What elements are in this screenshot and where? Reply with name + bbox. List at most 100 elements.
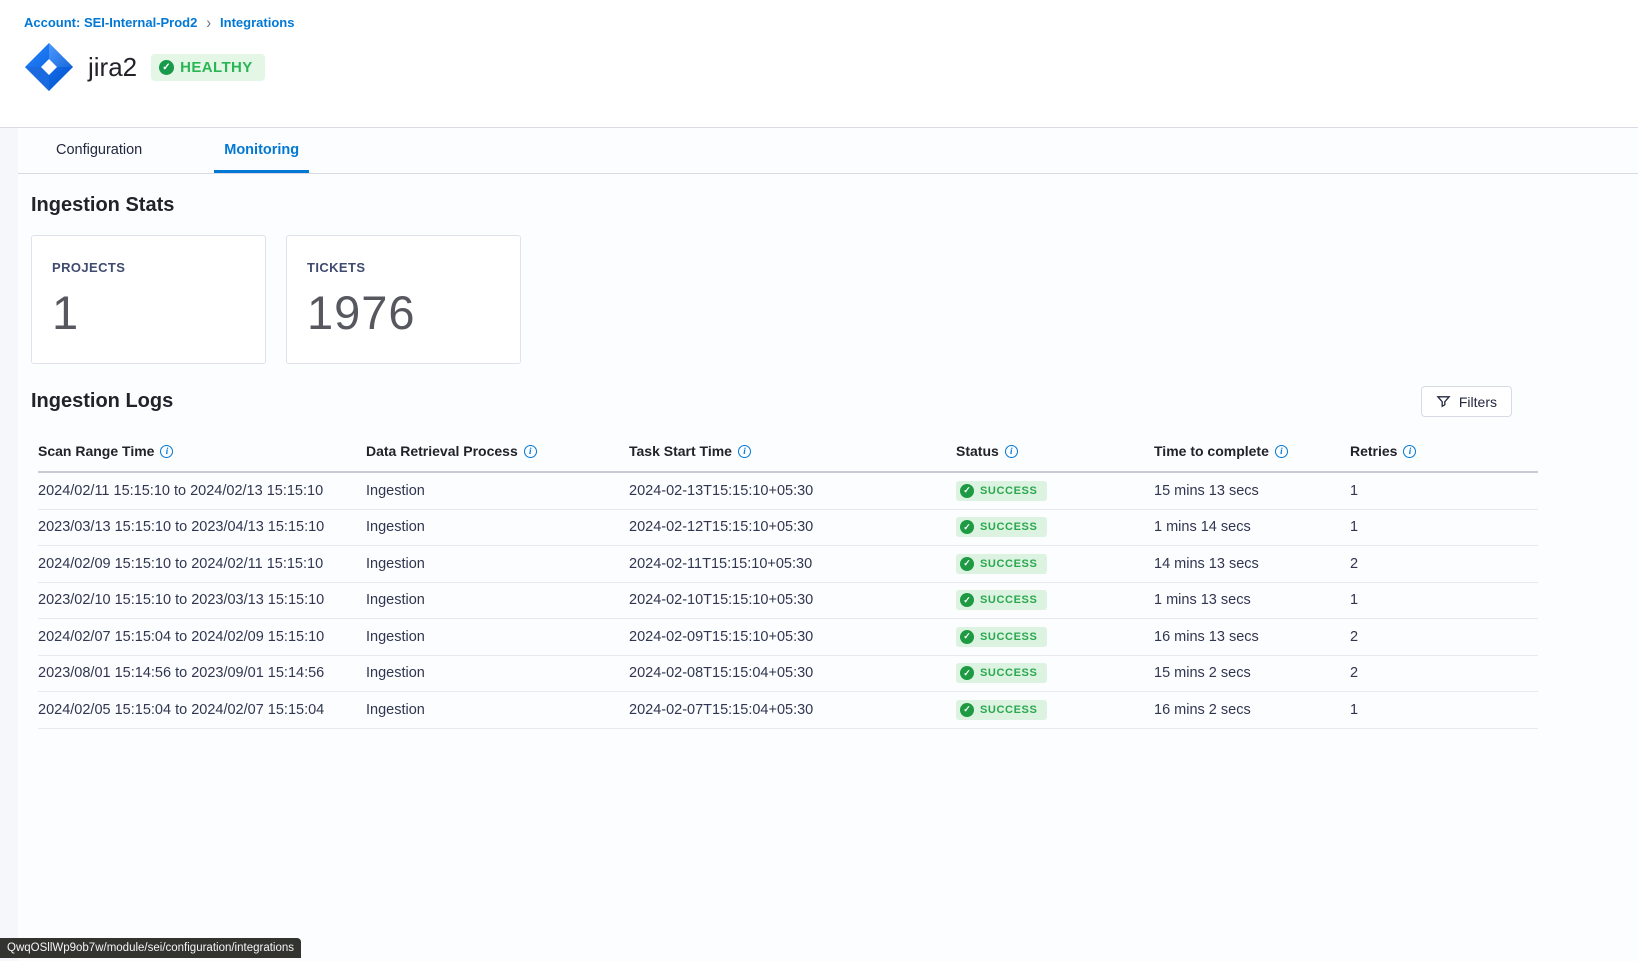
cell-retries: 1 <box>1350 519 1538 535</box>
cell-process: Ingestion <box>366 629 629 645</box>
check-icon: ✓ <box>960 593 974 607</box>
ingestion-stats-heading: Ingestion Stats <box>31 194 1607 217</box>
info-icon[interactable]: i <box>1275 445 1288 458</box>
column-header[interactable]: Time to complete i <box>1154 443 1350 459</box>
cell-scan-range: 2023/02/10 15:15:10 to 2023/03/13 15:15:… <box>38 592 366 608</box>
cell-status: ✓ SUCCESS <box>956 481 1154 501</box>
stat-card: TICKETS 1976 <box>286 235 521 364</box>
ingestion-stats-section: Ingestion Stats PROJECTS 1 TICKETS 1976 <box>0 174 1638 364</box>
status-badge-label: SUCCESS <box>980 485 1037 497</box>
cell-process: Ingestion <box>366 483 629 499</box>
page-header: Account: SEI-Internal-Prod2 › Integratio… <box>0 0 1638 128</box>
cell-process: Ingestion <box>366 592 629 608</box>
cell-time-to-complete: 14 mins 13 secs <box>1154 556 1350 572</box>
check-icon: ✓ <box>960 703 974 717</box>
cell-scan-range: 2024/02/07 15:15:04 to 2024/02/09 15:15:… <box>38 629 366 645</box>
table-header-row: Scan Range Time i Data Retrieval Process… <box>38 435 1538 473</box>
stat-card-label: TICKETS <box>307 260 500 275</box>
cell-retries: 1 <box>1350 483 1538 499</box>
cell-scan-range: 2024/02/05 15:15:04 to 2024/02/07 15:15:… <box>38 702 366 718</box>
cell-process: Ingestion <box>366 665 629 681</box>
cell-retries: 1 <box>1350 592 1538 608</box>
cell-process: Ingestion <box>366 702 629 718</box>
column-header[interactable]: Retries i <box>1350 443 1538 459</box>
check-icon: ✓ <box>159 60 174 75</box>
cell-scan-range: 2023/08/01 15:14:56 to 2023/09/01 15:14:… <box>38 665 366 681</box>
info-icon[interactable]: i <box>1403 445 1416 458</box>
column-header-label: Status <box>956 443 999 459</box>
column-header[interactable]: Data Retrieval Process i <box>366 443 629 459</box>
status-badge: ✓ SUCCESS <box>956 627 1047 647</box>
table-row[interactable]: 2023/03/13 15:15:10 to 2023/04/13 15:15:… <box>38 510 1538 547</box>
stat-card-value: 1 <box>52 285 245 340</box>
cell-task-start: 2024-02-10T15:15:10+05:30 <box>629 592 956 608</box>
cell-status: ✓ SUCCESS <box>956 627 1154 647</box>
stat-card-label: PROJECTS <box>52 260 245 275</box>
cell-status: ✓ SUCCESS <box>956 590 1154 610</box>
cell-retries: 2 <box>1350 629 1538 645</box>
browser-status-url: QwqOSllWp9ob7w/module/sei/configuration/… <box>0 938 301 958</box>
check-icon: ✓ <box>960 666 974 680</box>
cell-process: Ingestion <box>366 519 629 535</box>
column-header-label: Data Retrieval Process <box>366 443 518 459</box>
status-badge: ✓ SUCCESS <box>956 481 1047 501</box>
cell-retries: 1 <box>1350 702 1538 718</box>
cell-retries: 2 <box>1350 665 1538 681</box>
table-row[interactable]: 2023/08/01 15:14:56 to 2023/09/01 15:14:… <box>38 656 1538 693</box>
breadcrumb-integrations-link[interactable]: Integrations <box>220 15 294 30</box>
info-icon[interactable]: i <box>524 445 537 458</box>
column-header-label: Time to complete <box>1154 443 1269 459</box>
status-badge: ✓ SUCCESS <box>956 590 1047 610</box>
table-row[interactable]: 2024/02/09 15:15:10 to 2024/02/11 15:15:… <box>38 546 1538 583</box>
check-icon: ✓ <box>960 557 974 571</box>
tab-configuration[interactable]: Configuration <box>46 142 152 173</box>
check-icon: ✓ <box>960 520 974 534</box>
filters-button-label: Filters <box>1459 394 1497 410</box>
cell-time-to-complete: 16 mins 13 secs <box>1154 629 1350 645</box>
info-icon[interactable]: i <box>160 445 173 458</box>
column-header-label: Task Start Time <box>629 443 732 459</box>
cell-status: ✓ SUCCESS <box>956 663 1154 683</box>
cell-time-to-complete: 15 mins 13 secs <box>1154 483 1350 499</box>
breadcrumb-chevron-icon: › <box>206 12 211 31</box>
column-header-label: Scan Range Time <box>38 443 154 459</box>
column-header[interactable]: Task Start Time i <box>629 443 956 459</box>
status-badge: ✓ SUCCESS <box>956 517 1047 537</box>
status-badge: ✓ SUCCESS <box>956 700 1047 720</box>
table-row[interactable]: 2024/02/05 15:15:04 to 2024/02/07 15:15:… <box>38 692 1538 729</box>
column-header[interactable]: Status i <box>956 443 1154 459</box>
status-badge-label: SUCCESS <box>980 704 1037 716</box>
status-badge: ✓ SUCCESS <box>956 663 1047 683</box>
table-row[interactable]: 2024/02/07 15:15:04 to 2024/02/09 15:15:… <box>38 619 1538 656</box>
cell-task-start: 2024-02-11T15:15:10+05:30 <box>629 556 956 572</box>
cell-task-start: 2024-02-07T15:15:04+05:30 <box>629 702 956 718</box>
status-badge-label: SUCCESS <box>980 521 1037 533</box>
health-status-badge: ✓ HEALTHY <box>151 54 265 81</box>
info-icon[interactable]: i <box>1005 445 1018 458</box>
filters-button[interactable]: Filters <box>1421 386 1512 417</box>
cell-process: Ingestion <box>366 556 629 572</box>
tab-monitoring[interactable]: Monitoring <box>214 142 309 173</box>
cell-task-start: 2024-02-13T15:15:10+05:30 <box>629 483 956 499</box>
check-icon: ✓ <box>960 484 974 498</box>
cell-scan-range: 2024/02/09 15:15:10 to 2024/02/11 15:15:… <box>38 556 366 572</box>
cell-task-start: 2024-02-08T15:15:04+05:30 <box>629 665 956 681</box>
stat-cards: PROJECTS 1 TICKETS 1976 <box>31 235 1607 364</box>
health-badge-label: HEALTHY <box>180 59 253 76</box>
info-icon[interactable]: i <box>738 445 751 458</box>
table-row[interactable]: 2023/02/10 15:15:10 to 2023/03/13 15:15:… <box>38 583 1538 620</box>
cell-time-to-complete: 1 mins 14 secs <box>1154 519 1350 535</box>
status-badge: ✓ SUCCESS <box>956 554 1047 574</box>
check-icon: ✓ <box>960 630 974 644</box>
breadcrumb-account-link[interactable]: Account: SEI-Internal-Prod2 <box>24 15 197 30</box>
ingestion-logs-section: Ingestion Logs Filters Scan Range Time i… <box>0 364 1638 729</box>
cell-task-start: 2024-02-12T15:15:10+05:30 <box>629 519 956 535</box>
page-title: jira2 <box>88 52 137 83</box>
cell-time-to-complete: 15 mins 2 secs <box>1154 665 1350 681</box>
table-row[interactable]: 2024/02/11 15:15:10 to 2024/02/13 15:15:… <box>38 473 1538 510</box>
cell-scan-range: 2024/02/11 15:15:10 to 2024/02/13 15:15:… <box>38 483 366 499</box>
column-header[interactable]: Scan Range Time i <box>38 443 366 459</box>
cell-status: ✓ SUCCESS <box>956 554 1154 574</box>
filter-funnel-icon <box>1436 394 1451 409</box>
status-badge-label: SUCCESS <box>980 667 1037 679</box>
